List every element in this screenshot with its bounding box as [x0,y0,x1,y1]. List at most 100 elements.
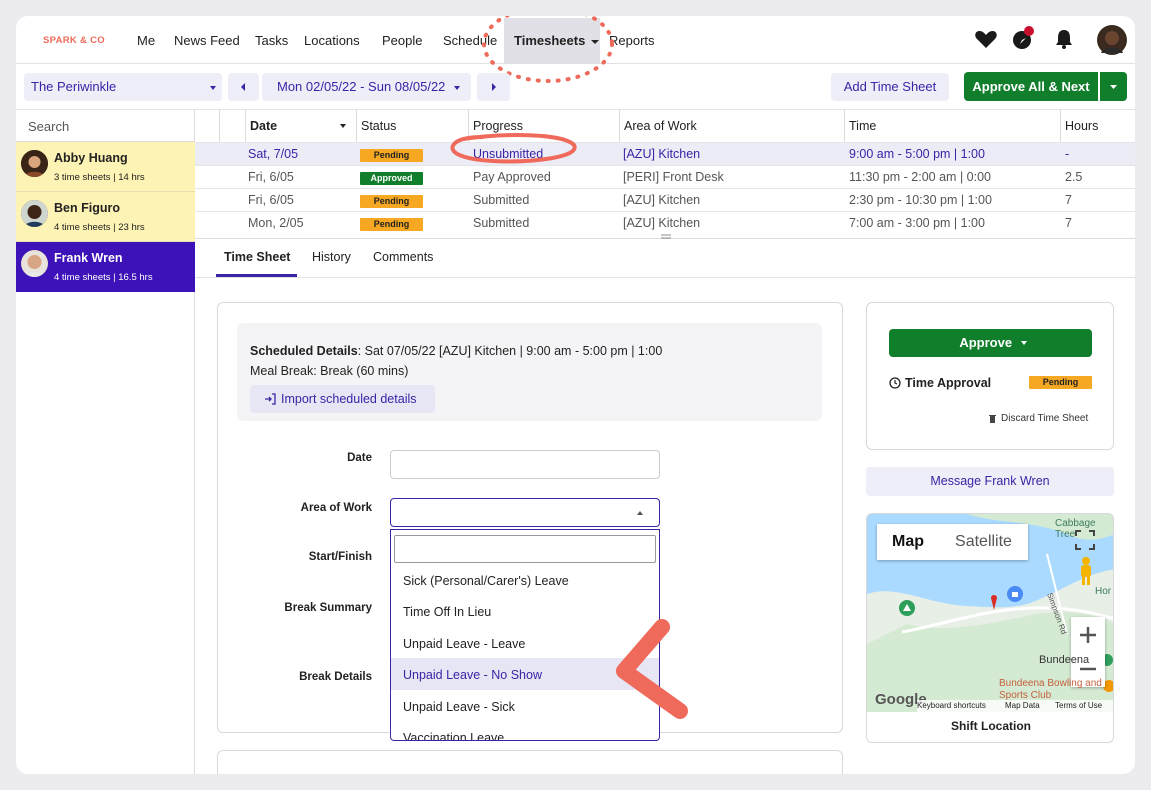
clock-icon [889,377,901,389]
dropdown-option[interactable]: Vaccination Leave [391,721,659,740]
app-window: SPARK & CO Me News Feed Tasks Locations … [16,16,1135,774]
row-progress: Pay Approved [473,170,551,184]
approve-label: Approve [959,335,1013,350]
toolbar: The Periwinkle Mon 02/05/22 - Sun 08/05/… [16,64,1135,110]
sort-caret-icon [340,124,346,128]
table-header-date[interactable]: Date [245,110,356,142]
avatar [21,250,48,277]
timesheet-table: Date Status Progress Area of Work Time H… [195,110,1135,239]
brand-logo: SPARK & CO [43,35,105,46]
row-date: Mon, 2/05 [248,216,304,230]
chevron-left-icon [241,83,245,91]
shift-location-map: Map Satellite Cabbage Tree Bundeena Bund… [866,513,1114,743]
table-header-hours[interactable]: Hours [1060,110,1135,142]
caret-up-icon [637,511,643,515]
user-avatar[interactable] [1097,25,1127,55]
employee-item-abby-huang[interactable]: Abby Huang 3 time sheets | 14 hrs [16,142,195,192]
table-header-area[interactable]: Area of Work [619,110,844,142]
tab-history[interactable]: History [312,250,351,264]
row-hours: 2.5 [1065,170,1083,184]
message-employee-button[interactable]: Message Frank Wren [866,467,1114,496]
location-select[interactable]: The Periwinkle [24,73,222,101]
search-input[interactable]: Search [16,110,195,142]
map-attribution-bar: Keyboard shortcuts Map Data Terms of Use [917,700,1113,712]
tabs-divider [195,277,1135,278]
discard-time-sheet-link[interactable]: Discard Time Sheet [1001,413,1088,424]
heart-icon[interactable] [973,26,999,52]
caret-down-icon [1110,85,1117,89]
employee-sidebar: Search Abby Huang 3 time sheets | 14 hrs… [16,110,195,774]
dropdown-option[interactable]: Sick (Personal/Carer's) Leave [391,564,659,596]
rocket-notification-icon[interactable] [1010,26,1036,52]
import-scheduled-button[interactable]: Import scheduled details [250,385,435,413]
row-area: [PERI] Front Desk [623,170,724,184]
date-range-select[interactable]: Mon 02/05/22 - Sun 08/05/22 [262,73,471,101]
location-select-value: The Periwinkle [31,79,117,94]
meal-break-text: Meal Break: Break (60 mins) [250,364,409,378]
tab-comments[interactable]: Comments [373,250,433,264]
employee-item-frank-wren[interactable]: Frank Wren 4 time sheets | 16.5 hrs [16,242,195,292]
employee-item-ben-figuro[interactable]: Ben Figuro 4 time sheets | 23 hrs [16,192,195,242]
table-header-time[interactable]: Time [844,110,1060,142]
caret-down-icon [454,86,460,90]
table-header-select [195,110,219,142]
date-label: Date [347,452,372,464]
row-date: Fri, 6/05 [248,193,294,207]
scheduled-details-box: Scheduled Details: Sat 07/05/22 [AZU] Ki… [237,323,822,421]
prev-week-button[interactable] [228,73,259,101]
map-tab-satellite[interactable]: Satellite [939,524,1028,560]
map-place-label: Bundeena [1039,654,1090,666]
scheduled-details-value: : Sat 07/05/22 [AZU] Kitchen | 9:00 am -… [357,344,663,358]
chevron-right-icon [492,83,496,91]
scheduled-details-text: Scheduled Details: Sat 07/05/22 [AZU] Ki… [250,344,662,358]
street-view-pegman-icon[interactable] [1077,556,1095,586]
caret-down-icon [210,86,216,90]
table-header-spacer [219,110,245,142]
map-data-link[interactable]: Map Data [1005,701,1040,710]
caret-down-icon [1020,341,1027,345]
dropdown-search-input[interactable] [394,535,656,563]
avatar [21,200,48,227]
row-time: 7:00 am - 3:00 pm | 1:00 [849,216,985,230]
resize-handle-icon[interactable] [661,234,671,239]
table-row[interactable]: Fri, 6/05 Approved Pay Approved [PERI] F… [195,165,1135,188]
break-summary-label: Break Summary [284,602,372,614]
bell-icon[interactable] [1051,26,1077,52]
row-hours: - [1065,147,1070,161]
nav-people[interactable]: People [382,33,422,48]
approve-all-next-button[interactable]: Approve All & Next [964,72,1098,101]
row-progress: Submitted [473,216,530,230]
date-input[interactable] [390,450,660,479]
zoom-in-icon[interactable] [1071,617,1105,652]
row-date: Fri, 6/05 [248,170,294,184]
row-time: 2:30 pm - 10:30 pm | 1:00 [849,193,992,207]
avatar [21,150,48,177]
add-time-sheet-button[interactable]: Add Time Sheet [831,73,949,101]
table-row[interactable]: Fri, 6/05 Pending Submitted [AZU] Kitche… [195,188,1135,211]
top-nav: SPARK & CO Me News Feed Tasks Locations … [16,16,1135,83]
approve-options-button[interactable] [1100,72,1127,101]
approve-button[interactable]: Approve [889,329,1092,357]
employee-summary: 4 time sheets | 23 hrs [54,222,145,233]
nav-locations[interactable]: Locations [304,33,360,48]
employee-name: Frank Wren [54,251,123,265]
keyboard-shortcuts-link[interactable]: Keyboard shortcuts [917,701,986,710]
table-row[interactable]: Sat, 7/05 Pending Unsubmitted [AZU] Kitc… [195,142,1135,165]
map-tab-map[interactable]: Map [877,524,939,560]
nav-me[interactable]: Me [137,33,155,48]
nav-tasks[interactable]: Tasks [255,33,288,48]
trash-icon [989,415,996,423]
terms-of-use-link[interactable]: Terms of Use [1055,701,1102,710]
row-area: [AZU] Kitchen [623,193,701,207]
employee-summary: 4 time sheets | 16.5 hrs [54,272,153,283]
area-of-work-select[interactable] [390,498,660,527]
next-week-button[interactable] [477,73,510,101]
time-approval-label: Time Approval [905,376,992,390]
map-place-label: Cabbage Tree [1055,518,1096,540]
employee-name: Ben Figuro [54,201,120,215]
tab-time-sheet[interactable]: Time Sheet [224,250,290,264]
date-range-value: Mon 02/05/22 - Sun 08/05/22 [277,79,446,94]
nav-news-feed[interactable]: News Feed [174,33,240,48]
break-details-label: Break Details [299,671,372,683]
row-hours: 7 [1065,216,1072,230]
